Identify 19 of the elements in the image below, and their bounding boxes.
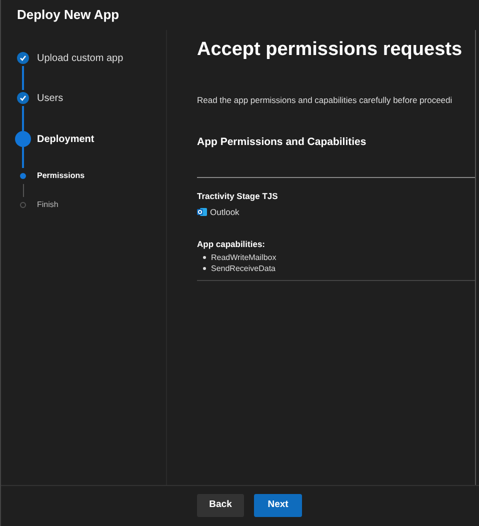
step-label: Deployment: [37, 132, 94, 146]
step-label: Upload custom app: [37, 52, 124, 66]
section-title: App Permissions and Capabilities: [197, 135, 368, 150]
next-button[interactable]: Next: [254, 494, 302, 516]
step-label: Finish: [37, 199, 58, 211]
intro-text: Read the app permissions and capabilities carefully before proceedi: [197, 94, 454, 106]
bullet-icon: [203, 256, 206, 260]
step-label: Permissions: [37, 170, 85, 182]
back-button[interactable]: Back: [197, 494, 244, 516]
bullet-icon: [203, 267, 206, 270]
step-label: Users: [37, 92, 64, 106]
page-heading: Accept permissions requests: [197, 38, 464, 62]
capability-item: SendReceiveData: [211, 262, 276, 275]
capabilities-title: App capabilities:: [197, 238, 266, 250]
host-label: Outlook: [210, 206, 240, 218]
app-name: Tractivity Stage TJS: [197, 190, 279, 203]
mail-app-icon: [197, 207, 207, 218]
capability-item: ReadWriteMailbox: [211, 252, 276, 264]
window-title: Deploy New App: [17, 6, 120, 24]
